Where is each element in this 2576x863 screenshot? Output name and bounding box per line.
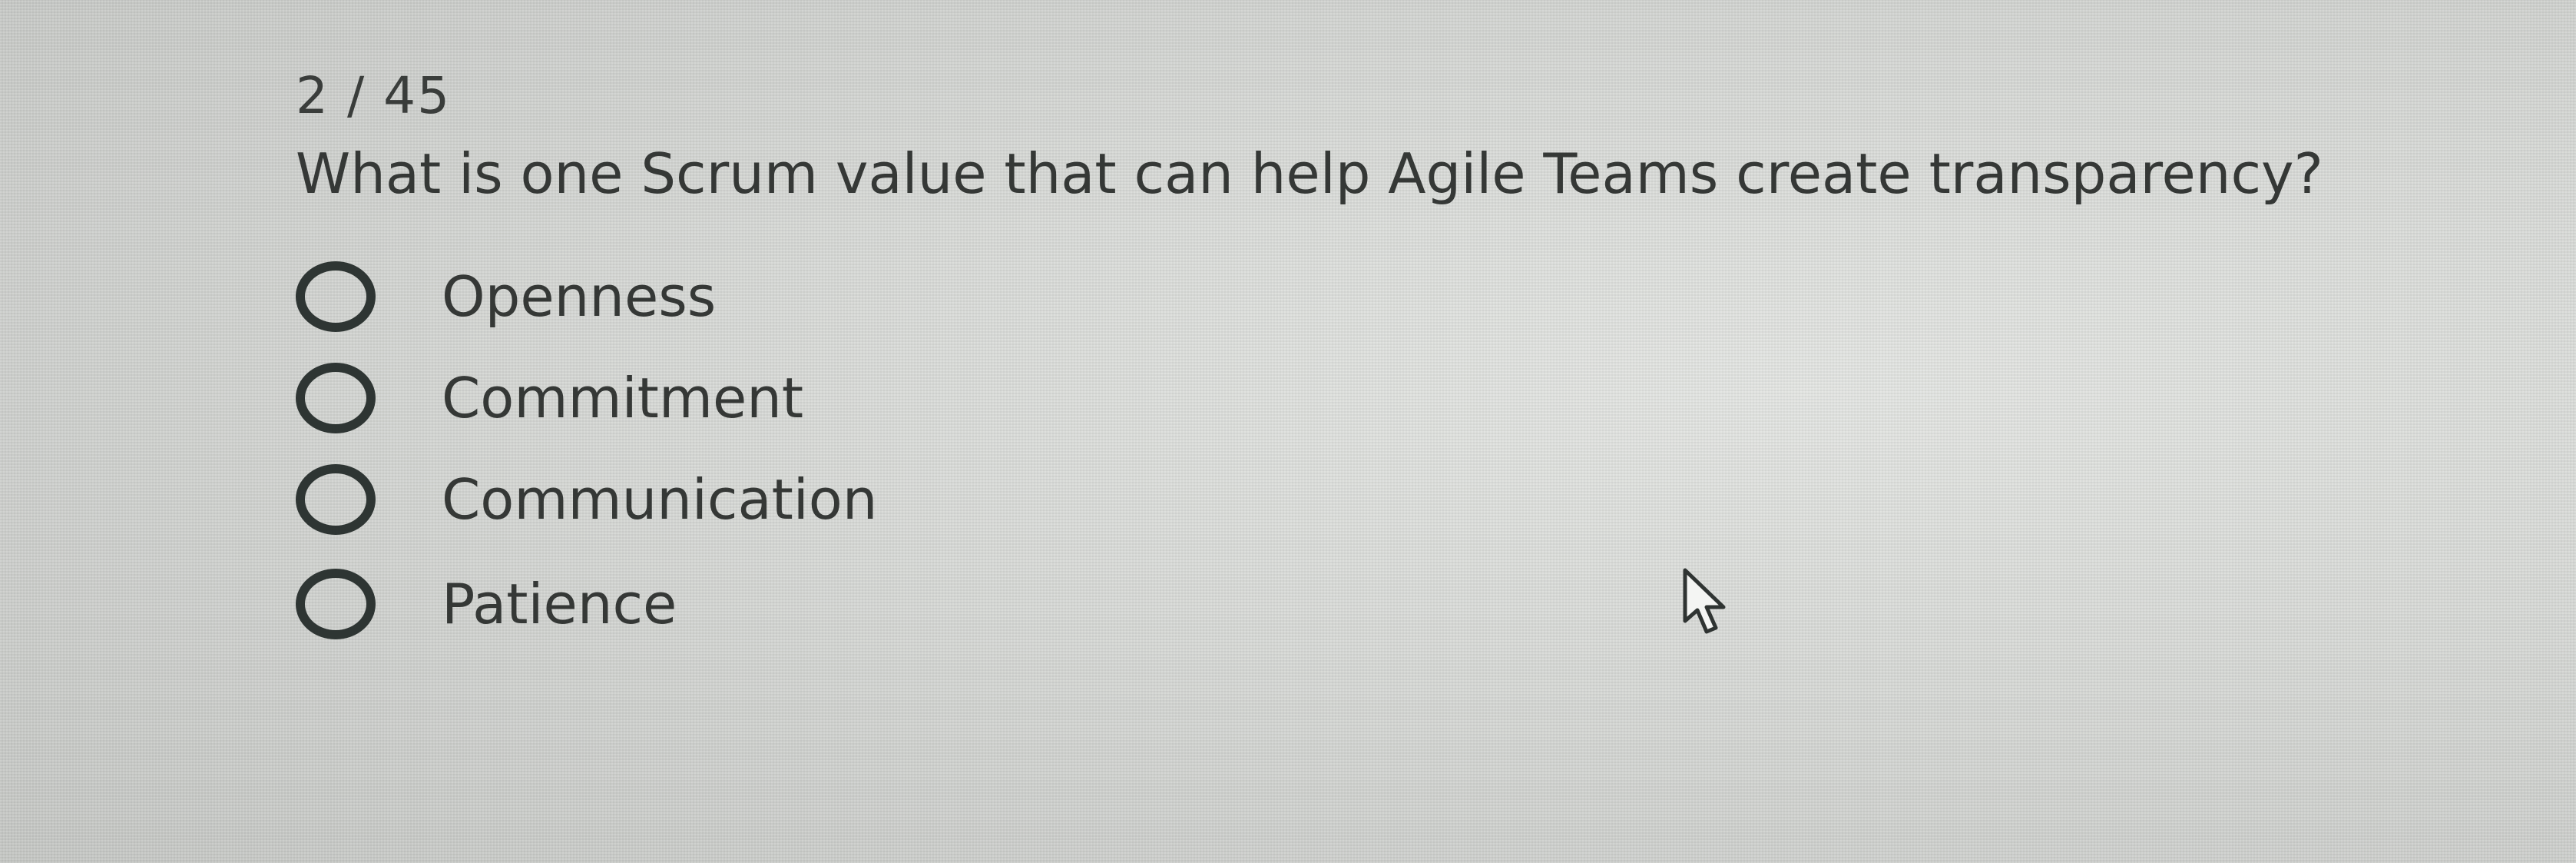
- answer-label-commitment: Commitment: [442, 366, 804, 430]
- question-text: What is one Scrum value that can help Ag…: [296, 141, 2323, 206]
- answer-option-communication[interactable]: Communication: [296, 449, 1217, 550]
- quiz-panel: 2 / 45 What is one Scrum value that can …: [296, 61, 2523, 639]
- answer-label-patience: Patience: [442, 572, 677, 636]
- radio-button-commitment[interactable]: [296, 363, 376, 433]
- mouse-pointer-icon: [1683, 568, 1726, 634]
- answer-option-openness[interactable]: Openness: [296, 246, 1217, 347]
- answer-option-commitment[interactable]: Commitment: [296, 347, 1217, 449]
- radio-button-patience[interactable]: [296, 569, 376, 639]
- radio-button-openness[interactable]: [296, 261, 376, 332]
- answer-option-patience[interactable]: Patience: [296, 553, 1217, 655]
- answer-label-communication: Communication: [442, 467, 878, 532]
- answer-label-openness: Openness: [442, 264, 717, 329]
- radio-button-communication[interactable]: [296, 464, 376, 535]
- question-counter: 2 / 45: [296, 66, 452, 125]
